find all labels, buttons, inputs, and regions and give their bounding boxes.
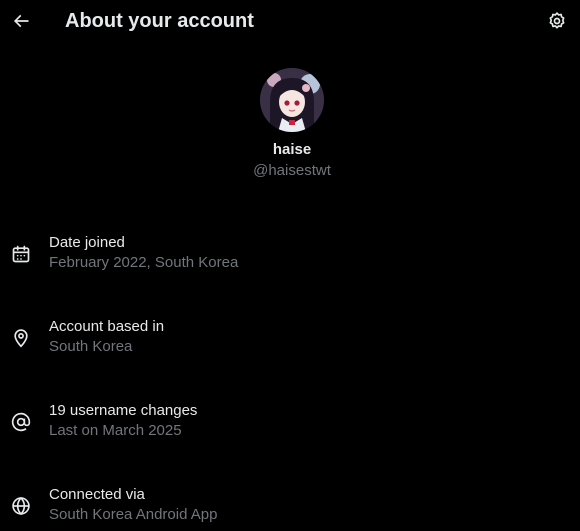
settings-button[interactable] bbox=[543, 6, 571, 36]
info-label: Connected via bbox=[49, 486, 145, 503]
info-row-connected-via: Connected via South Korea Android App bbox=[0, 484, 580, 528]
calendar-icon bbox=[10, 243, 32, 265]
avatar-image bbox=[260, 68, 324, 132]
info-value: South Korea Android App bbox=[49, 506, 218, 523]
avatar[interactable] bbox=[260, 68, 324, 132]
arrow-left-icon bbox=[13, 14, 29, 28]
username-handle: @haisestwt bbox=[253, 162, 331, 179]
info-value: South Korea bbox=[49, 338, 133, 355]
location-pin-icon bbox=[10, 327, 32, 349]
display-name: haise bbox=[272, 141, 312, 158]
gear-icon bbox=[549, 12, 565, 29]
at-sign-icon bbox=[10, 411, 32, 433]
info-label: Date joined bbox=[49, 234, 125, 251]
page-title: About your account bbox=[65, 10, 254, 32]
info-row-username-changes: 19 username changes Last on March 2025 bbox=[0, 400, 580, 444]
header: About your account bbox=[0, 0, 580, 42]
info-label: Account based in bbox=[49, 318, 165, 335]
info-row-date-joined: Date joined February 2022, South Korea bbox=[0, 232, 580, 276]
info-value: February 2022, South Korea bbox=[49, 254, 239, 271]
info-row-account-based-in: Account based in South Korea bbox=[0, 316, 580, 360]
about-account-page: About your account haise @haisestwt Date… bbox=[0, 0, 580, 531]
back-button[interactable] bbox=[6, 6, 36, 36]
info-value: Last on March 2025 bbox=[49, 422, 182, 439]
globe-icon bbox=[10, 495, 32, 517]
info-label: 19 username changes bbox=[49, 402, 198, 419]
